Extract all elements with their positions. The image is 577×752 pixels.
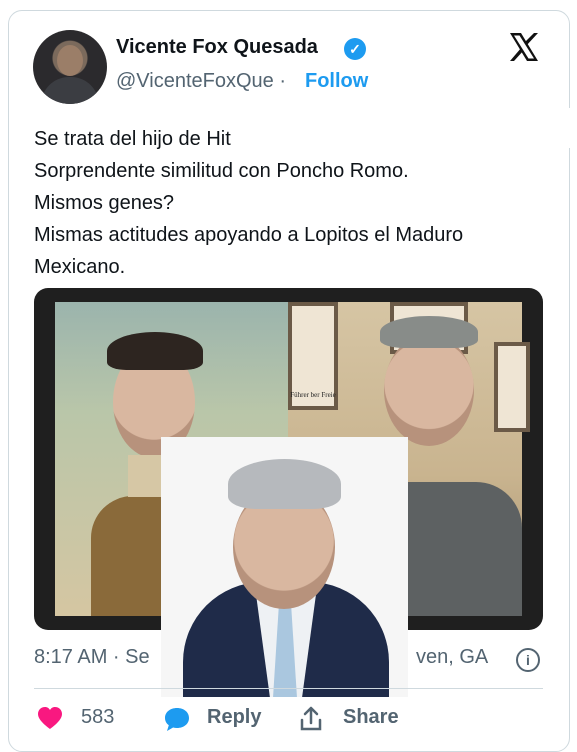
share-icon[interactable] xyxy=(298,706,324,732)
heart-icon[interactable] xyxy=(37,706,63,730)
reply-icon[interactable] xyxy=(163,706,191,732)
reply-button[interactable]: Reply xyxy=(207,706,261,729)
tweet-line: Sorprendente similitud con Poncho Romo. xyxy=(34,160,409,182)
overlay-photo xyxy=(161,437,408,697)
face xyxy=(384,334,474,446)
x-logo-icon[interactable] xyxy=(505,28,543,66)
follow-button[interactable]: Follow xyxy=(305,70,368,93)
tweet-line: Mismas actitudes apoyando a Lopitos el M… xyxy=(34,224,464,246)
handle-text: @VicenteFoxQue xyxy=(116,70,274,92)
like-count[interactable]: 583 xyxy=(81,706,114,729)
avatar-head xyxy=(57,45,83,76)
avatar[interactable] xyxy=(33,30,107,104)
redaction-block xyxy=(258,108,576,148)
tweet-line: Mexicano. xyxy=(34,256,126,278)
avatar-shoulders xyxy=(41,77,99,104)
info-icon[interactable]: i xyxy=(516,648,540,672)
tweet-timestamp[interactable]: 8:17 AM · Se xyxy=(34,646,150,669)
share-button[interactable]: Share xyxy=(343,706,399,729)
divider xyxy=(34,688,543,689)
hair xyxy=(107,332,203,370)
tweet-location: ven, GA xyxy=(416,646,489,668)
hair xyxy=(380,316,478,348)
handle-separator: · xyxy=(279,70,287,92)
display-name[interactable]: Vicente Fox Quesada xyxy=(116,36,318,59)
tweet-line: Mismos genes? xyxy=(34,192,175,214)
user-handle[interactable]: @VicenteFoxQue · xyxy=(116,70,286,93)
check-badge-icon: ✓ xyxy=(344,38,366,60)
poster-caption: Führer ber Freie xyxy=(290,391,336,399)
wall-frame-right xyxy=(494,342,530,432)
hair xyxy=(228,459,341,509)
